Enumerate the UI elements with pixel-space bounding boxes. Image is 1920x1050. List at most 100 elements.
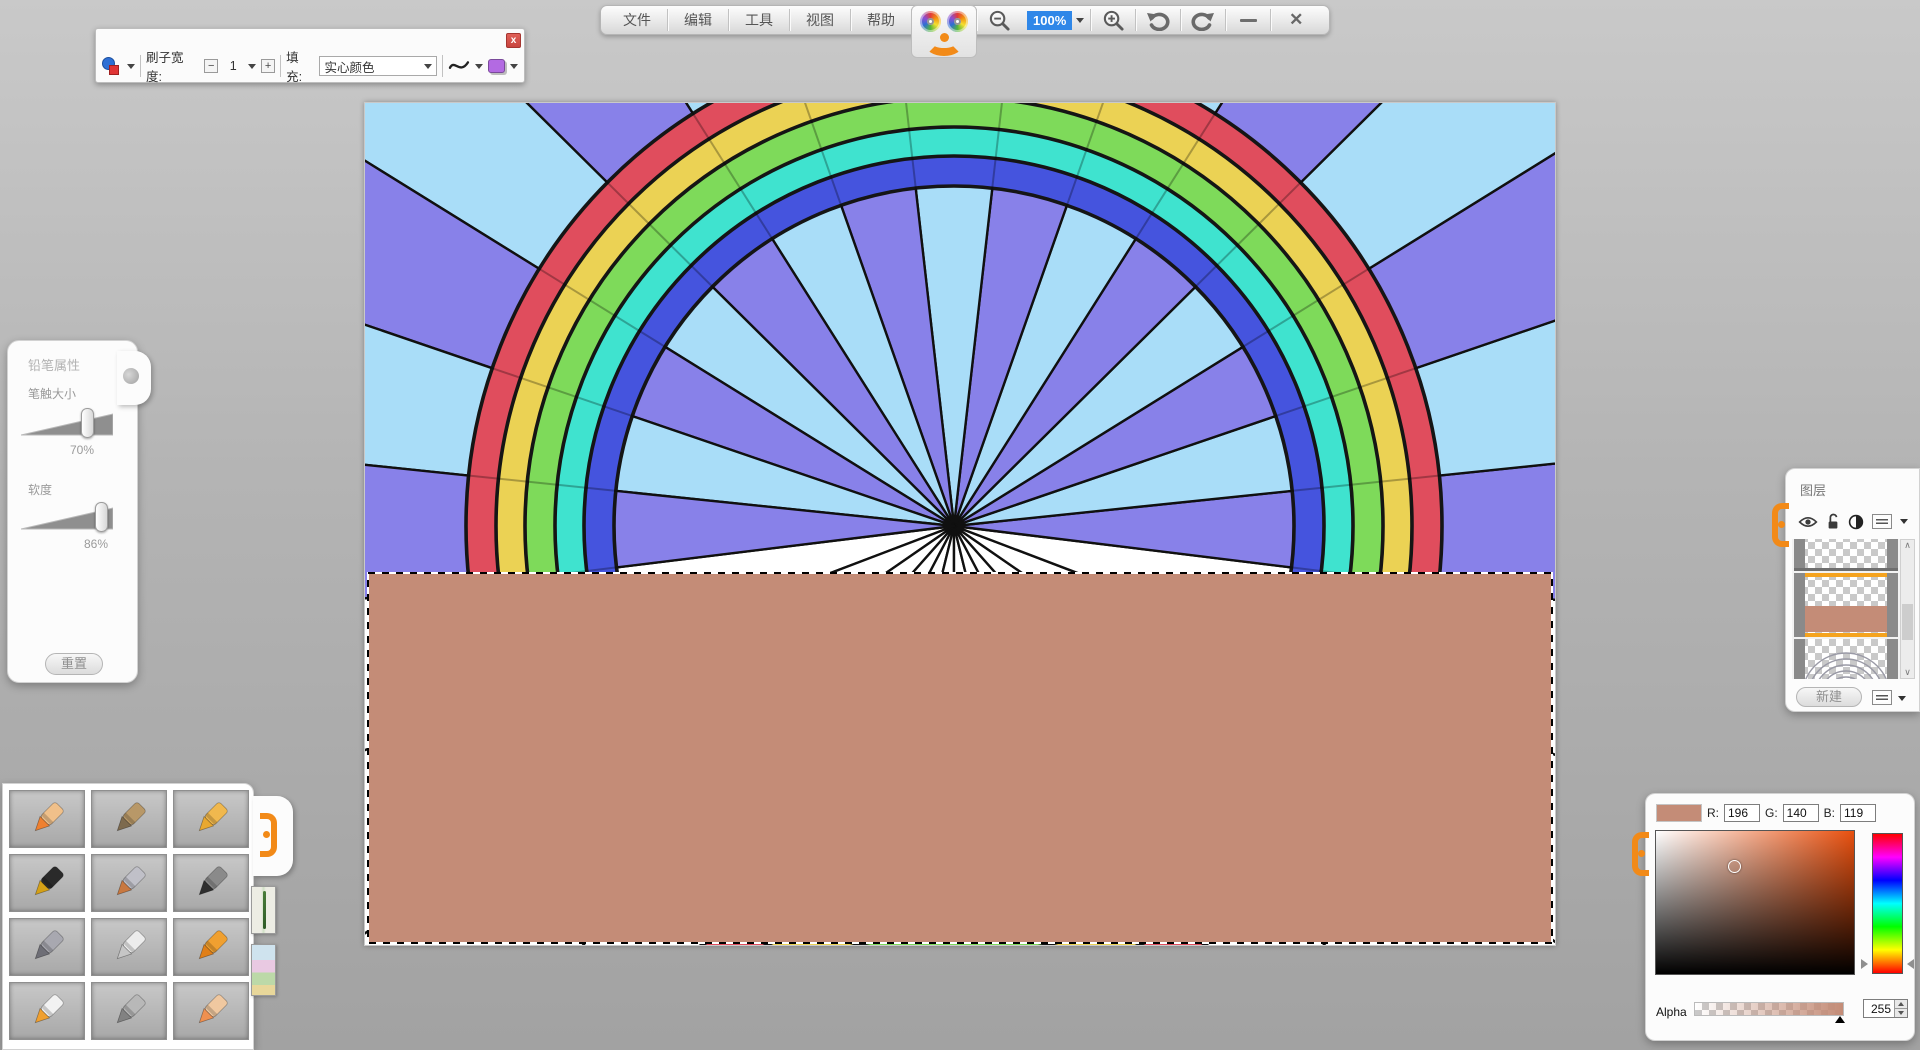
- empty-top-layer[interactable]: [1794, 539, 1898, 571]
- visibility-eye-icon[interactable]: [1798, 515, 1818, 529]
- menu-item-1[interactable]: 编辑: [668, 6, 728, 34]
- scrollbar-thumb[interactable]: [1902, 604, 1913, 640]
- softness-slider-handle[interactable]: [95, 502, 108, 532]
- pastel-stick-tool-icon: [101, 795, 157, 843]
- ground-layer[interactable]: [1794, 573, 1898, 637]
- chevron-down-icon[interactable]: [127, 64, 135, 69]
- menu-item-3[interactable]: 视图: [790, 6, 850, 34]
- layers-panel-handle[interactable]: [1772, 503, 1789, 547]
- clown-left-eye-icon: [920, 11, 941, 32]
- fountain-pen-tool[interactable]: [9, 854, 85, 912]
- chevron-down-icon[interactable]: [248, 64, 256, 69]
- fill-type-combo[interactable]: 实心颜色: [319, 56, 437, 76]
- close-button[interactable]: ✕: [1271, 6, 1321, 34]
- scroll-down-icon[interactable]: ∨: [1904, 667, 1911, 678]
- chevron-down-icon[interactable]: [475, 64, 483, 69]
- g-input[interactable]: [1783, 804, 1819, 822]
- new-layer-button[interactable]: 新建: [1796, 687, 1862, 707]
- crayon-tool[interactable]: [173, 790, 249, 848]
- layers-scrollbar[interactable]: ∧ ∨: [1900, 539, 1915, 679]
- separator: [442, 55, 443, 77]
- brush-width-value[interactable]: 1: [223, 59, 243, 73]
- sv-cursor[interactable]: [1728, 860, 1741, 873]
- palette-collapse-handle[interactable]: [253, 796, 293, 876]
- reset-button[interactable]: 重置: [45, 653, 103, 675]
- redo-button[interactable]: [1181, 6, 1225, 34]
- hue-marker-right[interactable]: [1907, 959, 1914, 969]
- pastel-stick-tool[interactable]: [91, 790, 167, 848]
- panel-collapse-handle[interactable]: [117, 351, 151, 405]
- clown-smile-icon: [925, 32, 963, 56]
- brush-size-value: 70%: [70, 443, 110, 457]
- layers-panel: 图层 ∧ ∨ 新建: [1785, 468, 1920, 712]
- hue-marker-left[interactable]: [1861, 959, 1868, 969]
- paint-tube-tool-icon: [19, 987, 75, 1035]
- zoom-level-value[interactable]: 100%: [1027, 11, 1072, 30]
- zoom-in-button[interactable]: [1091, 6, 1135, 34]
- hue-slider[interactable]: [1872, 833, 1903, 974]
- menu-item-4[interactable]: 帮助: [851, 6, 911, 34]
- g-label: G:: [1765, 806, 1778, 820]
- blend-contrast-icon[interactable]: [1848, 514, 1864, 530]
- tool-grid: [9, 790, 249, 1040]
- toolbar-close-button[interactable]: x: [506, 33, 521, 48]
- ink-brush-tool-icon: [183, 859, 239, 907]
- shape-tool-icon[interactable]: [102, 57, 122, 75]
- rainbow-sketch-layer[interactable]: [1794, 639, 1898, 679]
- eraser-tool[interactable]: [173, 982, 249, 1040]
- softness-slider[interactable]: [21, 505, 113, 531]
- drawing-canvas[interactable]: [364, 102, 1556, 946]
- chevron-down-icon[interactable]: [510, 64, 518, 69]
- layers-toolbar: [1798, 513, 1908, 530]
- pencil-properties-panel: 铅笔属性 笔触大小 70% 软度 86% 重置: [7, 340, 138, 683]
- zoom-level-combo[interactable]: 100%: [1021, 11, 1090, 30]
- layer-options-icon[interactable]: [1872, 514, 1892, 529]
- minimize-button[interactable]: [1226, 6, 1270, 34]
- width-decrease-button[interactable]: −: [204, 59, 218, 73]
- alpha-spinner[interactable]: [1894, 1000, 1907, 1017]
- fill-label: 填充:: [286, 47, 314, 85]
- layer-menu-icon[interactable]: [1872, 690, 1892, 705]
- spin-down-icon[interactable]: [1895, 1008, 1907, 1017]
- airbrush-tool[interactable]: [9, 918, 85, 976]
- alpha-value[interactable]: 255: [1864, 1000, 1894, 1017]
- alpha-slider[interactable]: [1694, 1002, 1844, 1016]
- lock-icon[interactable]: [1826, 513, 1840, 530]
- palette-tab-flowers[interactable]: [251, 944, 276, 996]
- brush-size-slider-handle[interactable]: [81, 408, 94, 438]
- palette-knife-tool[interactable]: [91, 918, 167, 976]
- color-panel-handle[interactable]: [1632, 832, 1649, 876]
- spin-up-icon[interactable]: [1895, 1000, 1907, 1008]
- b-input[interactable]: [1840, 804, 1876, 822]
- softness-label: 软度: [28, 481, 52, 498]
- scroll-up-icon[interactable]: ∧: [1904, 540, 1911, 551]
- zoom-out-button[interactable]: [977, 6, 1021, 34]
- alpha-spinbox: 255: [1863, 999, 1908, 1018]
- orange-hook-icon: [260, 813, 277, 857]
- liner-brush-tool-icon: [101, 987, 157, 1035]
- saturation-value-picker[interactable]: [1655, 830, 1855, 975]
- fill-style-icon[interactable]: [488, 59, 505, 73]
- chevron-down-icon[interactable]: [1076, 18, 1084, 23]
- colored-pencil-tool[interactable]: [9, 790, 85, 848]
- undo-button[interactable]: [1136, 6, 1180, 34]
- flat-brush-tool[interactable]: [91, 854, 167, 912]
- liner-brush-tool[interactable]: [91, 982, 167, 1040]
- paint-tube-tool[interactable]: [9, 982, 85, 1040]
- chevron-down-icon[interactable]: [1900, 519, 1908, 524]
- width-increase-button[interactable]: +: [261, 59, 275, 73]
- r-input[interactable]: [1724, 804, 1760, 822]
- paint-roller-tool[interactable]: [173, 918, 249, 976]
- menu-item-2[interactable]: 工具: [729, 6, 789, 34]
- ink-brush-tool[interactable]: [173, 854, 249, 912]
- app-logo-clown: [912, 6, 976, 34]
- brush-size-slider[interactable]: [21, 411, 113, 437]
- alpha-marker[interactable]: [1835, 1016, 1845, 1023]
- stroke-style-icon[interactable]: [448, 57, 470, 75]
- brush-options-toolbar: x 刷子宽度: − 1 + 填充: 实心颜色: [95, 28, 525, 83]
- alpha-label: Alpha: [1656, 1005, 1687, 1019]
- chevron-down-icon[interactable]: [1898, 696, 1906, 701]
- palette-tab-plant[interactable]: [251, 886, 276, 934]
- menu-item-0[interactable]: 文件: [607, 6, 667, 34]
- minimize-icon: [1240, 19, 1257, 22]
